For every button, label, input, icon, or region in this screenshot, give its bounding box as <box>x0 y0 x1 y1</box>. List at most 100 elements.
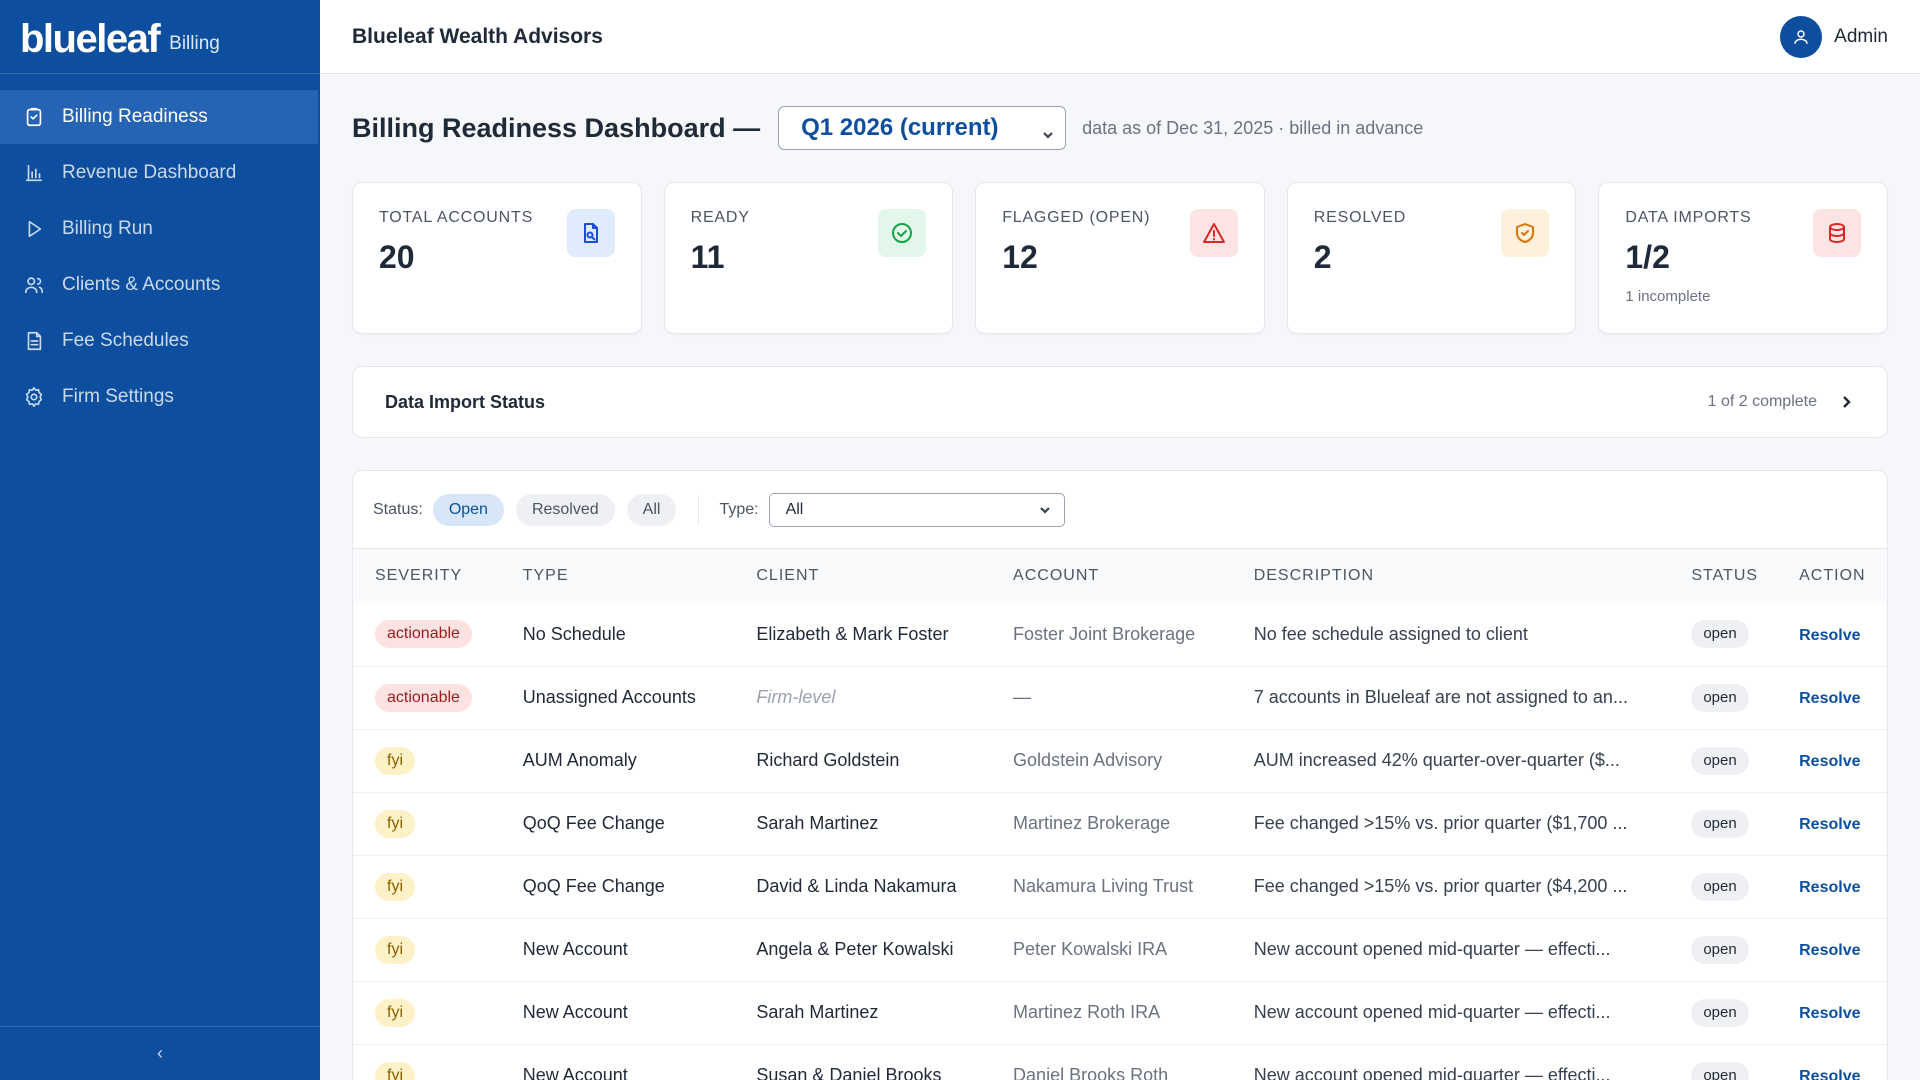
quarter-select-value: Q1 2026 (current) <box>801 114 999 141</box>
status-badge: open <box>1691 935 1749 964</box>
summary-cards: TOTAL ACCOUNTS 20 READY 11 FLAGGED (OPEN) 12 R… <box>352 182 1888 334</box>
type-cell: New Account <box>500 981 735 1045</box>
description-cell: New account opened mid-quarter — effecti… <box>1231 981 1670 1045</box>
status-cell: open <box>1669 666 1778 730</box>
severity-badge: actionable <box>375 620 472 649</box>
resolve-link[interactable]: Resolve <box>1799 753 1860 770</box>
table-row[interactable]: fyi QoQ Fee Change David & Linda Nakamura N… <box>353 855 1887 919</box>
client-cell: Sarah Martinez <box>734 981 992 1045</box>
sidebar-item-label: Firm Settings <box>62 386 174 407</box>
table-row[interactable]: fyi QoQ Fee Change Sarah Martinez Martinez … <box>353 792 1887 856</box>
title-row: Billing Readiness Dashboard — Q1 2026 (c… <box>352 74 1888 182</box>
type-filter-select[interactable]: All <box>768 492 1065 527</box>
sidebar-item-clients-and-accounts[interactable]: Clients & Accounts <box>0 258 320 312</box>
column-header-description[interactable]: DESCRIPTION <box>1231 549 1670 603</box>
action-cell: Resolve <box>1777 855 1887 919</box>
column-header-action[interactable]: ACTION <box>1777 549 1887 603</box>
resolve-link[interactable]: Resolve <box>1799 879 1860 896</box>
type-filter-value: All <box>785 500 804 518</box>
description-cell: No fee schedule assigned to client <box>1231 603 1670 667</box>
severity-badge: fyi <box>375 1061 415 1080</box>
status-badge: open <box>1691 1061 1749 1080</box>
table-row[interactable]: fyi New Account Angela & Peter Kowalski Pet… <box>353 918 1887 982</box>
resolve-link[interactable]: Resolve <box>1799 1068 1860 1080</box>
table-row[interactable]: actionable No Schedule Elizabeth & Mark Fo… <box>353 603 1887 667</box>
action-cell: Resolve <box>1777 729 1887 793</box>
filter-divider <box>698 494 700 525</box>
type-cell: AUM Anomaly <box>500 729 735 793</box>
sidebar: blueleaf Billing Billing Readiness Revenu… <box>0 0 320 1080</box>
brand-logo[interactable]: blueleaf <box>20 19 161 59</box>
action-cell: Resolve <box>1777 666 1887 730</box>
user-menu[interactable]: Admin <box>1780 15 1888 58</box>
status-filter-all[interactable]: All <box>626 493 677 526</box>
status-filter-open[interactable]: Open <box>432 493 504 526</box>
status-badge: open <box>1691 683 1749 712</box>
status-cell: open <box>1669 792 1778 856</box>
file-search-icon <box>566 209 615 257</box>
page-title: Billing Readiness Dashboard — <box>352 112 761 143</box>
status-badge: open <box>1691 746 1749 775</box>
table-row[interactable]: fyi AUM Anomaly Richard Goldstein Goldstein… <box>353 729 1887 793</box>
data-import-summary: 1 of 2 complete <box>1707 393 1817 410</box>
severity-cell: fyi <box>353 855 501 919</box>
action-cell: Resolve <box>1777 981 1887 1045</box>
stat-card-total-accounts: TOTAL ACCOUNTS 20 <box>352 182 642 334</box>
severity-badge: actionable <box>375 683 472 712</box>
table-row[interactable]: actionable Unassigned Accounts Firm-level —… <box>353 666 1887 730</box>
stat-card-resolved: RESOLVED 2 <box>1286 182 1577 334</box>
account-cell: Nakamura Living Trust <box>991 855 1232 919</box>
resolve-link[interactable]: Resolve <box>1799 627 1860 644</box>
stat-card-subtext: 1 incomplete <box>1625 288 1711 305</box>
severity-badge: fyi <box>375 746 415 775</box>
top-bar: Blueleaf Wealth Advisors Admin <box>320 0 1920 74</box>
column-header-type[interactable]: TYPE <box>500 549 735 603</box>
gear-icon <box>22 385 46 409</box>
description-cell: New account opened mid-quarter — effecti… <box>1231 1044 1670 1080</box>
column-header-status[interactable]: STATUS <box>1669 549 1778 603</box>
data-import-status-panel[interactable]: Data Import Status 1 of 2 complete <box>352 366 1888 438</box>
stat-card-data-imports: DATA IMPORTS 1/2 1 incomplete <box>1598 182 1888 334</box>
status-cell: open <box>1669 855 1778 919</box>
quarter-select[interactable]: Q1 2026 (current) <box>778 106 1067 150</box>
table-row[interactable]: fyi New Account Susan & Daniel Brooks Danie… <box>353 1044 1887 1080</box>
client-cell: Susan & Daniel Brooks <box>734 1044 992 1080</box>
client-cell: Angela & Peter Kowalski <box>734 918 992 982</box>
brand: blueleaf Billing <box>0 0 320 74</box>
type-cell: New Account <box>500 918 735 982</box>
action-cell: Resolve <box>1777 918 1887 982</box>
column-header-account[interactable]: ACCOUNT <box>991 549 1232 603</box>
sidebar-item-billing-readiness[interactable]: Billing Readiness <box>0 90 318 144</box>
sidebar-item-billing-run[interactable]: Billing Run <box>0 202 320 256</box>
sidebar-item-fee-schedules[interactable]: Fee Schedules <box>0 314 320 368</box>
chevron-right-icon <box>1843 396 1851 408</box>
chevron-left-icon: ‹ <box>157 1043 163 1063</box>
severity-cell: actionable <box>353 666 501 730</box>
status-cell: open <box>1669 729 1778 793</box>
sidebar-item-label: Revenue Dashboard <box>62 162 237 183</box>
client-cell: Elizabeth & Mark Foster <box>734 603 992 667</box>
collapse-sidebar-button[interactable]: ‹ <box>0 1026 320 1080</box>
type-cell: Unassigned Accounts <box>500 666 735 730</box>
column-header-severity[interactable]: SEVERITY <box>353 549 501 603</box>
filter-bar: Status: Open Resolved All Type: All <box>353 471 1887 549</box>
resolve-link[interactable]: Resolve <box>1799 942 1860 959</box>
resolve-link[interactable]: Resolve <box>1799 1005 1860 1022</box>
user-name: Admin <box>1834 25 1888 47</box>
status-cell: open <box>1669 981 1778 1045</box>
status-filter-resolved[interactable]: Resolved <box>515 493 615 526</box>
stat-card-flagged-open: FLAGGED (OPEN) 12 <box>975 182 1265 334</box>
description-cell: AUM increased 42% quarter-over-quarter (… <box>1231 729 1670 793</box>
account-cell: Foster Joint Brokerage <box>991 603 1232 667</box>
status-badge: open <box>1691 620 1749 649</box>
chevron-down-icon <box>1038 503 1052 517</box>
sidebar-item-firm-settings[interactable]: Firm Settings <box>0 370 320 424</box>
firm-name: Blueleaf Wealth Advisors <box>352 24 603 48</box>
type-cell: New Account <box>500 1044 735 1080</box>
sidebar-item-revenue-dashboard[interactable]: Revenue Dashboard <box>0 146 320 200</box>
table-row[interactable]: fyi New Account Sarah Martinez Martinez Rot… <box>353 981 1887 1045</box>
resolve-link[interactable]: Resolve <box>1799 690 1860 707</box>
type-filter-label: Type: <box>719 500 759 518</box>
resolve-link[interactable]: Resolve <box>1799 816 1860 833</box>
column-header-client[interactable]: CLIENT <box>734 549 992 603</box>
